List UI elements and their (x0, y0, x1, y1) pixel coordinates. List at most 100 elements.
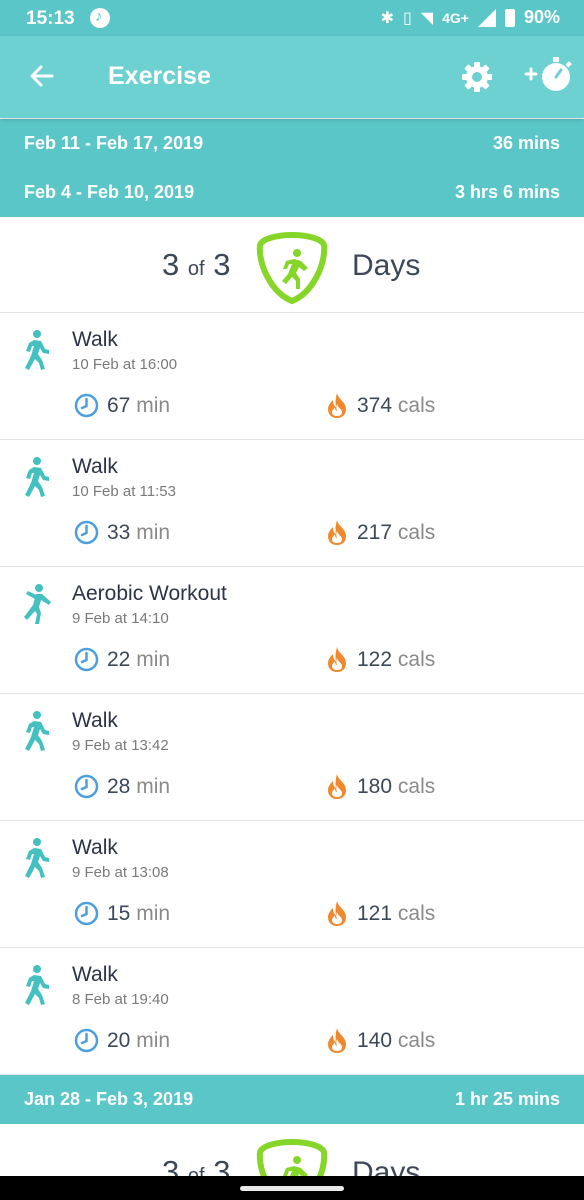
clock-icon (74, 901, 99, 926)
week-duration: 36 mins (492, 133, 560, 153)
duration-unit: min (136, 521, 171, 544)
activity-time: 9 Feb at 13:08 (72, 864, 169, 881)
activity-item[interactable]: Walk 8 Feb at 19:40 20 min 140 cals (0, 948, 584, 1075)
activity-calories: 180 cals (357, 775, 435, 799)
clock-icon (74, 520, 99, 545)
calories-unit: cals (397, 521, 436, 544)
duration-unit: min (136, 648, 171, 671)
goal-target: 3 (213, 1154, 231, 1176)
duration-unit: min (136, 394, 171, 417)
walk-icon (25, 965, 49, 1005)
activity-name: Walk (72, 836, 118, 859)
flame-icon (328, 393, 346, 418)
calories-value: 140 (357, 1029, 393, 1052)
activity-time: 10 Feb at 16:00 (72, 356, 178, 373)
calories-value: 217 (357, 521, 393, 544)
battery-level: 90% (523, 7, 560, 27)
activity-duration: 28 min (107, 775, 170, 799)
clock-icon (74, 1028, 99, 1053)
flame-icon (328, 901, 346, 926)
activity-calories: 122 cals (357, 648, 435, 672)
page-title: Exercise (108, 62, 211, 90)
activity-name: Walk (72, 328, 118, 351)
home-gesture-handle[interactable] (240, 1186, 344, 1191)
activity-name: Walk (72, 709, 118, 732)
activity-time: 8 Feb at 19:40 (72, 991, 169, 1008)
activity-calories: 121 cals (357, 902, 435, 926)
vibrate-icon: ▯ (402, 9, 412, 27)
signal-icon (477, 8, 496, 27)
week-range: Feb 4 - Feb 10, 2019 (24, 182, 195, 202)
status-icons: ✱ ▯ ◥ 4G+ 90% (381, 7, 560, 28)
status-time: 15:13 (26, 8, 75, 29)
wifi-icon: ◥ (420, 9, 434, 27)
music-icon (90, 8, 110, 28)
aerobic-icon (24, 584, 51, 624)
gear-icon[interactable] (460, 60, 494, 94)
clock-icon (74, 393, 99, 418)
activity-item[interactable]: Walk 9 Feb at 13:42 28 min 180 cals (0, 694, 584, 821)
goal-done: 3 (162, 1154, 180, 1176)
duration-unit: min (136, 902, 171, 925)
goal-count: 3 of 3 (162, 1154, 230, 1176)
week-row[interactable]: Feb 4 - Feb 10, 2019 3 hrs 6 mins (0, 168, 584, 217)
flame-icon (328, 774, 346, 799)
add-timer-icon[interactable] (524, 54, 574, 94)
goal-unit: Days (352, 1156, 421, 1176)
clock-icon (74, 647, 99, 672)
flame-icon (328, 520, 346, 545)
battery-icon (504, 8, 515, 27)
flame-icon (328, 647, 346, 672)
activity-duration: 20 min (107, 1029, 170, 1053)
goal-summary: 3 of 3 Days (0, 217, 584, 313)
activity-item[interactable]: Walk 10 Feb at 16:00 67 min 374 cals (0, 313, 584, 440)
activity-duration: 67 min (107, 394, 170, 418)
activity-time: 10 Feb at 11:53 (72, 483, 176, 500)
goal-unit: Days (352, 249, 421, 282)
activity-item[interactable]: Walk 10 Feb at 11:53 33 min 217 cals (0, 440, 584, 567)
walk-icon (25, 711, 49, 751)
week-duration: 3 hrs 6 mins (454, 182, 560, 202)
calories-unit: cals (397, 1029, 436, 1052)
walk-icon (25, 330, 49, 370)
bluetooth-icon: ✱ (380, 9, 394, 27)
exercise-goal-badge-icon (256, 231, 328, 305)
calories-value: 121 (357, 902, 393, 925)
goal-of-label: of (187, 1165, 205, 1176)
duration-value: 15 (107, 902, 131, 925)
exercise-goal-badge-icon (256, 1138, 328, 1176)
activity-item[interactable]: Walk 9 Feb at 13:08 15 min 121 cals (0, 821, 584, 948)
duration-value: 28 (107, 775, 131, 798)
app-header: Exercise (0, 36, 584, 118)
calories-unit: cals (397, 775, 436, 798)
activity-time: 9 Feb at 14:10 (72, 610, 169, 627)
walk-icon (25, 457, 49, 497)
activity-name: Walk (72, 963, 118, 986)
duration-unit: min (136, 775, 171, 798)
week-duration: 1 hr 25 mins (454, 1089, 560, 1109)
week-row[interactable]: Jan 28 - Feb 3, 2019 1 hr 25 mins (0, 1075, 584, 1124)
calories-unit: cals (397, 648, 436, 671)
goal-of-label: of (187, 258, 205, 280)
activity-calories: 374 cals (357, 394, 435, 418)
walk-icon (25, 838, 49, 878)
duration-value: 67 (107, 394, 131, 417)
calories-value: 374 (357, 394, 393, 417)
back-arrow-icon[interactable] (26, 60, 58, 92)
calories-unit: cals (397, 902, 436, 925)
calories-unit: cals (397, 394, 436, 417)
goal-target: 3 (213, 247, 231, 282)
activity-duration: 22 min (107, 648, 170, 672)
activity-item[interactable]: Aerobic Workout 9 Feb at 14:10 22 min 12… (0, 567, 584, 694)
activity-time: 9 Feb at 13:42 (72, 737, 169, 754)
activity-name: Aerobic Workout (72, 582, 227, 605)
week-row[interactable]: Feb 11 - Feb 17, 2019 36 mins (0, 119, 584, 168)
week-range: Jan 28 - Feb 3, 2019 (24, 1089, 194, 1109)
week-range: Feb 11 - Feb 17, 2019 (24, 133, 204, 153)
goal-done: 3 (162, 247, 180, 282)
duration-value: 33 (107, 521, 131, 544)
goal-count: 3 of 3 (162, 247, 230, 283)
duration-value: 22 (107, 648, 131, 671)
goal-summary-next: 3 of 3 Days (0, 1124, 584, 1176)
activity-calories: 217 cals (357, 521, 435, 545)
